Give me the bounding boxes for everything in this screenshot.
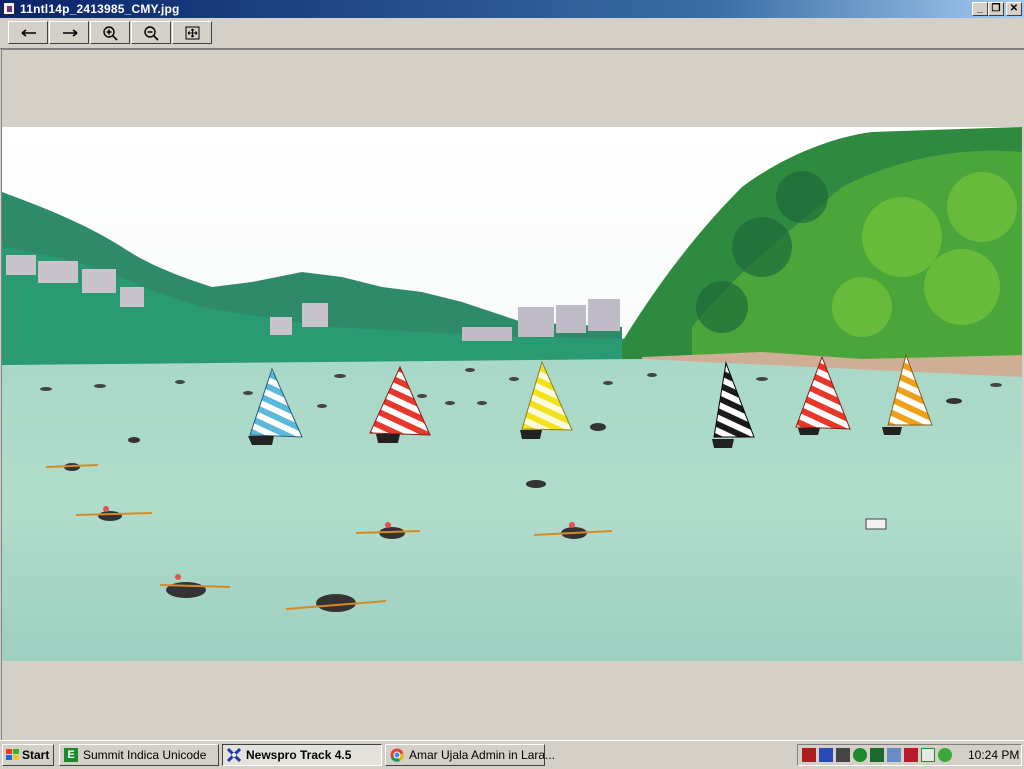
viewer-toolbar [0, 18, 1024, 49]
windows-logo-icon [6, 749, 19, 761]
zoom-in-icon [103, 26, 118, 41]
fit-to-window-icon [185, 26, 200, 40]
back-arrow-icon [21, 29, 36, 37]
start-button[interactable]: Start [2, 744, 54, 766]
tray-network-icon[interactable] [819, 748, 833, 762]
task-amar-ujala-admin[interactable]: Amar Ujala Admin in Lara... [385, 744, 555, 766]
task-summit-indica-unicode[interactable]: E Summit Indica Unicode [59, 744, 219, 766]
displayed-photo [2, 127, 1022, 661]
fit-to-window-button[interactable] [172, 21, 212, 44]
forward-arrow-icon [63, 29, 78, 37]
previous-image-button[interactable] [8, 21, 48, 44]
close-button[interactable]: ✕ [1006, 2, 1022, 16]
tray-shield-icon[interactable] [904, 748, 918, 762]
task-newspro-track[interactable]: Newspro Track 4.5 [222, 744, 382, 766]
start-label: Start [22, 748, 50, 762]
system-tray: 10:24 PM [797, 744, 1022, 766]
tray-app-icon-3[interactable] [853, 748, 867, 762]
task-label: Newspro Track 4.5 [246, 748, 352, 762]
window-title: 11ntl14p_2413985_CMY.jpg [20, 2, 180, 16]
next-image-button[interactable] [49, 21, 89, 44]
minimize-button[interactable]: _ [972, 2, 988, 16]
title-bar[interactable]: 11ntl14p_2413985_CMY.jpg _ ❐ ✕ [0, 0, 1024, 18]
summit-app-icon: E [64, 748, 78, 762]
tray-app-icon-6[interactable] [921, 748, 935, 762]
taskbar: Start E Summit Indica Unicode Newspro Tr… [0, 740, 1024, 769]
taskbar-clock[interactable]: 10:24 PM [968, 748, 1019, 762]
tray-app-icon-4[interactable] [870, 748, 884, 762]
restore-button[interactable]: ❐ [988, 2, 1004, 16]
task-label: Amar Ujala Admin in Lara... [409, 748, 556, 762]
tray-app-icon-5[interactable] [887, 748, 901, 762]
newspro-app-icon [226, 747, 242, 763]
zoom-in-button[interactable] [90, 21, 130, 44]
zoom-out-icon [144, 26, 159, 41]
tray-app-icon-2[interactable] [836, 748, 850, 762]
tray-app-icon-1[interactable] [802, 748, 816, 762]
task-label: Summit Indica Unicode [83, 748, 207, 762]
image-viewer-app-icon[interactable] [3, 2, 15, 15]
tray-app-icon-7[interactable] [938, 748, 952, 762]
chrome-browser-icon [390, 748, 404, 762]
zoom-out-button[interactable] [131, 21, 171, 44]
